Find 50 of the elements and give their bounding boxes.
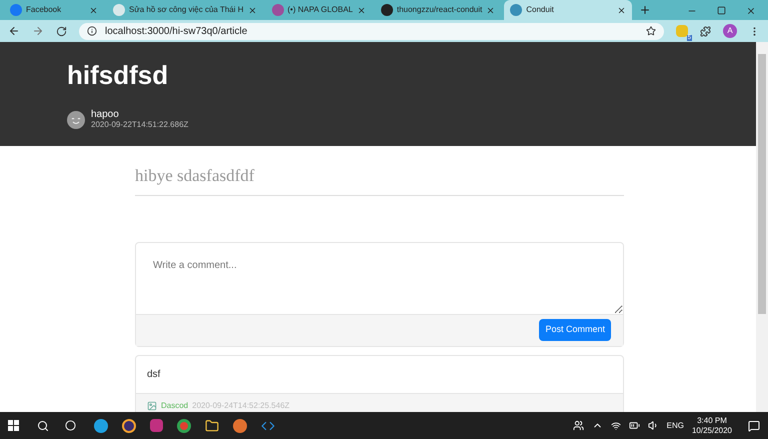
broken-image-icon (147, 400, 157, 410)
close-icon[interactable] (356, 6, 366, 14)
url-text: localhost:3000/hi-sw73q0/article (105, 24, 248, 38)
close-icon[interactable] (486, 6, 496, 14)
favicon-icon (10, 4, 22, 16)
close-icon[interactable] (746, 6, 756, 16)
reload-icon[interactable] (56, 26, 67, 36)
tab-title: Sửa hồ sơ công việc của Thái H (129, 4, 244, 16)
comment-date: 2020-09-24T14:52:25.546Z (192, 400, 290, 412)
search-icon[interactable] (37, 420, 49, 432)
comment-text: dsf (146, 368, 162, 382)
windows-start-icon[interactable] (8, 420, 19, 431)
info-icon (87, 26, 97, 36)
new-tab-icon[interactable] (639, 4, 652, 16)
maximize-icon[interactable] (717, 6, 726, 15)
post-comment-button[interactable]: Post Comment (539, 319, 611, 341)
star-icon[interactable] (646, 26, 656, 36)
notifications-icon[interactable] (748, 420, 760, 432)
language-indicator[interactable]: ENG (666, 420, 684, 432)
scrollbar[interactable] (756, 42, 768, 412)
battery-icon[interactable] (628, 420, 640, 431)
tab-title: (•) NAPA GLOBAL (288, 4, 353, 16)
back-icon[interactable] (8, 25, 20, 37)
extensions-icon[interactable] (700, 26, 711, 36)
avatar-icon (67, 110, 85, 128)
tab-title: Facebook (26, 4, 62, 16)
article-date: 2020-09-22T14:51:22.686Z (91, 121, 188, 129)
favicon-icon (272, 4, 284, 16)
tab-title: Conduit (526, 4, 555, 16)
clock-date[interactable]: 10/25/2020 (692, 426, 732, 434)
close-icon[interactable] (617, 6, 626, 14)
address-bar[interactable]: localhost:3000/hi-sw73q0/article (79, 22, 664, 40)
favicon-icon (510, 4, 522, 16)
favicon-icon (380, 4, 393, 16)
close-icon[interactable] (248, 6, 257, 14)
favicon-icon (113, 4, 125, 16)
task-view-icon[interactable] (65, 420, 76, 431)
article-title: hifsdfsd (67, 62, 170, 88)
browser-tab[interactable]: Conduit (504, 0, 632, 20)
tab-title: thuongzzu/react-conduit (396, 4, 482, 16)
wifi-icon[interactable] (610, 420, 621, 430)
forward-icon[interactable] (32, 25, 44, 37)
clock-time[interactable]: 3:40 PM (697, 416, 727, 424)
volume-icon[interactable] (648, 420, 659, 431)
profile-avatar[interactable]: A (723, 24, 737, 38)
article-body: hibye sdasfasdfdf (135, 163, 624, 196)
author-name[interactable]: hapoo (91, 110, 188, 120)
people-icon[interactable] (572, 420, 584, 431)
close-icon[interactable] (89, 6, 98, 14)
folder-icon[interactable] (205, 418, 219, 432)
